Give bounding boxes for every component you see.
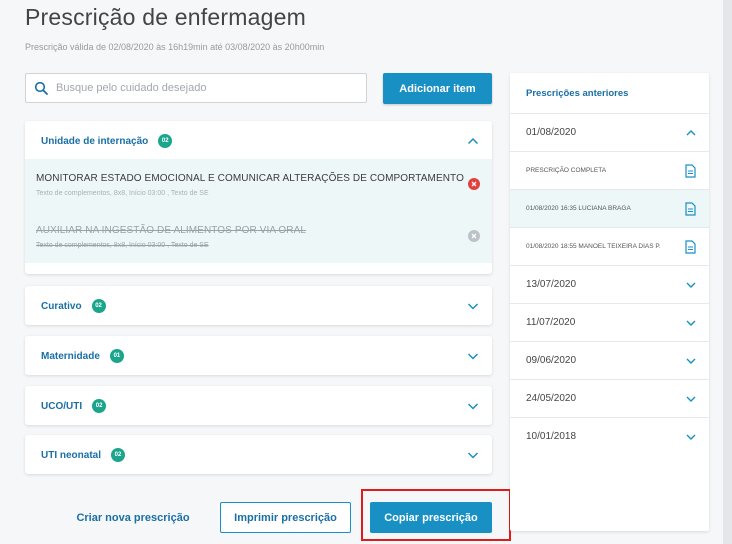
chevron-down-icon[interactable] [685, 393, 697, 405]
count-badge: 01 [109, 349, 124, 363]
entry-label: PRESCRIÇÃO COMPLETA [526, 167, 607, 174]
section-title: Unidade de internação [41, 135, 149, 147]
item-name: MONITORAR ESTADO EMOCIONAL E COMUNICAR A… [36, 173, 464, 184]
date-group-header[interactable]: 24/05/2020 [510, 379, 709, 417]
count-badge: 02 [91, 299, 106, 313]
validity-text: Prescrição válida de 02/08/2020 às 16h19… [25, 42, 325, 52]
date-group-header[interactable]: 11/07/2020 [510, 303, 709, 341]
document-icon[interactable] [685, 240, 696, 254]
section-header[interactable]: UCO/UTI 02 [25, 386, 492, 426]
copy-prescription-button[interactable]: Copiar prescrição [370, 502, 492, 533]
count-badge: 02 [111, 448, 126, 462]
chevron-down-icon[interactable] [685, 431, 697, 443]
item-name: AUXILIAR NA INGESTÃO DE ALIMENTOS POR VI… [36, 225, 307, 236]
chevron-down-icon[interactable] [466, 399, 480, 413]
section-curativo[interactable]: Curativo 02 [25, 286, 492, 325]
page-title: Prescrição de enfermagem [25, 4, 306, 30]
section-header[interactable]: Curativo 02 [25, 286, 492, 326]
add-item-button[interactable]: Adicionar item [383, 73, 492, 104]
date-label: 11/07/2020 [526, 317, 576, 328]
chevron-up-icon[interactable] [685, 127, 697, 139]
date-label: 13/07/2020 [526, 279, 577, 290]
section-title: Curativo [41, 300, 82, 312]
item-complement: Texto de complementos, 8x8, Início 03:00… [36, 190, 209, 197]
chevron-down-icon[interactable] [685, 355, 697, 367]
document-icon[interactable] [685, 202, 696, 216]
new-prescription-button[interactable]: Criar nova prescrição [70, 503, 196, 533]
list-item[interactable]: AUXILIAR NA INGESTÃO DE ALIMENTOS POR VI… [25, 211, 492, 263]
date-group-header[interactable]: 13/07/2020 [510, 265, 709, 303]
date-group-header[interactable]: 10/01/2018 [510, 417, 709, 455]
date-group-header[interactable]: 09/06/2020 [510, 341, 709, 379]
date-label: 09/06/2020 [526, 355, 577, 366]
chevron-down-icon[interactable] [466, 349, 480, 363]
previous-prescriptions-panel: Prescrições anteriores 01/08/2020 PRESCR… [510, 73, 709, 531]
search-icon [34, 81, 48, 95]
list-item[interactable]: MONITORAR ESTADO EMOCIONAL E COMUNICAR A… [25, 159, 492, 211]
item-complement: Texto de complementos, 8x8, Início 03:00… [36, 242, 209, 249]
count-badge: 02 [92, 399, 107, 413]
document-icon[interactable] [685, 164, 696, 178]
remove-icon[interactable] [468, 178, 480, 190]
entry-label: 01/08/2020 18:55 MANOEL TEIXEIRA DIAS P. [526, 243, 661, 250]
prescription-entry[interactable]: PRESCRIÇÃO COMPLETA [510, 151, 709, 189]
date-label: 10/01/2018 [526, 431, 577, 442]
section-header[interactable]: UTI neonatal 02 [25, 435, 492, 475]
prescription-entry[interactable]: 01/08/2020 18:55 MANOEL TEIXEIRA DIAS P. [510, 227, 709, 265]
panel-title: Prescrições anteriores [526, 88, 629, 99]
chevron-up-icon[interactable] [466, 134, 480, 148]
search-box[interactable] [25, 73, 367, 103]
print-prescription-button[interactable]: Imprimir prescrição [220, 502, 351, 533]
entry-label: 01/08/2020 16:35 LUCIANA BRAGA [526, 205, 631, 212]
count-badge: 02 [158, 134, 173, 148]
date-label: 01/08/2020 [526, 127, 577, 138]
chevron-down-icon[interactable] [685, 279, 697, 291]
section-header[interactable]: Maternidade 01 [25, 336, 492, 376]
date-label: 24/05/2020 [526, 393, 577, 404]
section-title: UTI neonatal [41, 449, 102, 461]
section-uco-uti[interactable]: UCO/UTI 02 [25, 386, 492, 425]
section-title: UCO/UTI [41, 400, 83, 412]
chevron-down-icon[interactable] [685, 317, 697, 329]
section-title: Maternidade [41, 350, 100, 362]
section-unidade-internacao: Unidade de internação 02 MONITORAR ESTAD… [25, 121, 492, 274]
prescription-entry[interactable]: 01/08/2020 16:35 LUCIANA BRAGA [510, 189, 709, 227]
date-group-header[interactable]: 01/08/2020 [510, 113, 709, 151]
section-maternidade[interactable]: Maternidade 01 [25, 336, 492, 375]
section-header[interactable]: Unidade de internação 02 [25, 121, 492, 161]
chevron-down-icon[interactable] [466, 448, 480, 462]
remove-disabled-icon[interactable] [468, 230, 480, 242]
chevron-down-icon[interactable] [466, 299, 480, 313]
search-input[interactable] [56, 82, 346, 94]
section-uti-neonatal[interactable]: UTI neonatal 02 [25, 435, 492, 474]
page-scrollbar[interactable] [723, 0, 732, 544]
